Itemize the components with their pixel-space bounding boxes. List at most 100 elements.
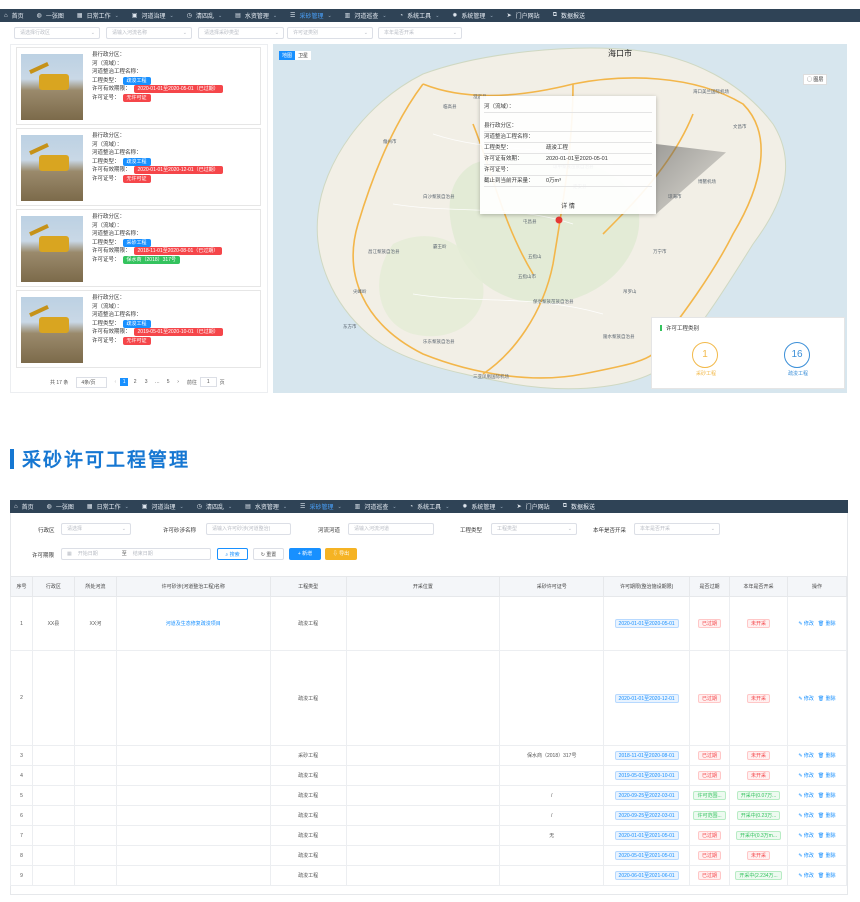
- project-card[interactable]: 县行政分区： 河（流域）： 河道整治工程名称： 工程类型： 疏浚工程 许可有效期限： 202…: [16, 128, 261, 206]
- page-number[interactable]: 2: [131, 378, 139, 386]
- row-project-name[interactable]: [115, 765, 271, 786]
- map-type-map-button[interactable]: 地图: [279, 51, 296, 60]
- name-input[interactable]: 请输入许可砂涉(河道整治): [206, 523, 291, 535]
- row-project-name[interactable]: 河道及生态修复疏浚项目: [115, 596, 271, 651]
- nav-item-3[interactable]: ▣ 河道治理 ⌄: [142, 502, 184, 512]
- next-page-button[interactable]: ›: [177, 379, 179, 385]
- nav-item-10[interactable]: ➤ 门户网站: [507, 11, 540, 20]
- card-type-label: 工程类型：: [92, 239, 120, 246]
- period-tag: 2020-01-01至2020-12-01（已过期）: [133, 166, 223, 175]
- top-filter-4[interactable]: 本年是否开采 ⌄: [378, 27, 462, 39]
- delete-button[interactable]: 🗑 删除: [818, 773, 836, 779]
- nav-item-0[interactable]: ⌂ 首页: [14, 502, 34, 512]
- period-range-picker[interactable]: ▦ 开始日期 至 结束日期: [61, 548, 211, 560]
- delete-button[interactable]: 🗑 删除: [818, 621, 836, 627]
- page-number[interactable]: 5: [164, 378, 172, 386]
- type-select[interactable]: 工程类型 ⌄: [491, 523, 577, 535]
- nav-item-1[interactable]: ◍ 一张图: [47, 502, 74, 511]
- nav-item-7[interactable]: ▥ 河道巡查 ⌄: [355, 502, 397, 512]
- row-project-name[interactable]: [115, 865, 271, 886]
- delete-button[interactable]: 🗑 删除: [818, 833, 836, 839]
- table-row[interactable]: 2 疏浚工程 2020-01-01至2020-12-01 已过期 未开采 ✎ 修改 🗑 删除: [10, 650, 848, 746]
- popup-detail-link[interactable]: 详 情: [480, 201, 656, 210]
- table-row[interactable]: 6 疏浚工程 / 2020-09-25至2022-03-01 许可范围... 开采中(0.…: [10, 805, 848, 826]
- nav-item-8[interactable]: ◔ 系统工具 ⌄: [400, 11, 440, 21]
- edit-button[interactable]: ✎ 修改: [798, 621, 814, 627]
- project-card[interactable]: 县行政分区： 河（流域）： 河道整治工程名称： 工程类型： 疏浚工程 许可有效期限： 201…: [16, 290, 261, 368]
- top-filter-2[interactable]: 请选择采砂类型 ⌄: [198, 27, 284, 39]
- top-filter-3[interactable]: 许可证类别 ⌄: [287, 27, 373, 39]
- search-button[interactable]: ⌕ 搜索: [217, 548, 248, 560]
- table-row[interactable]: 3 采砂工程 保水商（2018）317号 2018-11-01至2020-08-01 已…: [10, 745, 848, 766]
- delete-button[interactable]: 🗑 删除: [818, 696, 836, 702]
- selected-marker[interactable]: [555, 216, 563, 224]
- nav-item-6[interactable]: ☰ 采砂管理 ⌄: [290, 11, 332, 21]
- nav-item-0[interactable]: ⌂ 首页: [4, 11, 24, 21]
- row-project-name[interactable]: [115, 805, 271, 826]
- nav-item-9[interactable]: ✹ 系统管理 ⌄: [462, 502, 503, 512]
- delete-button[interactable]: 🗑 删除: [818, 793, 836, 799]
- nav-item-6[interactable]: ☰ 采砂管理 ⌄: [300, 502, 342, 512]
- table-row[interactable]: 8 疏浚工程 2020-05-01至2021-05-01 已过期 未开采 ✎ 修改 🗑 删除: [10, 845, 848, 866]
- edit-button[interactable]: ✎ 修改: [798, 813, 814, 819]
- edit-button[interactable]: ✎ 修改: [798, 793, 814, 799]
- nav-item-9[interactable]: ✹ 系统管理 ⌄: [452, 11, 493, 21]
- top-filter-1[interactable]: 请输入河流名称 ⌄: [106, 27, 192, 39]
- nav-item-5[interactable]: ▤ 水资管理 ⌄: [235, 11, 277, 21]
- table-row[interactable]: 1 XX县 XX河 河道及生态修复疏浚项目 疏浚工程 2020-01-01至2020-05…: [10, 596, 848, 651]
- nav-item-2[interactable]: ▦ 日常工作 ⌄: [87, 502, 129, 512]
- row-project-name[interactable]: [115, 845, 271, 866]
- top-filter-0[interactable]: 请选择行政区 ⌄: [14, 27, 100, 39]
- edit-button[interactable]: ✎ 修改: [798, 753, 814, 759]
- nav-item-5[interactable]: ▤ 水资管理 ⌄: [245, 502, 287, 512]
- row-cert: /: [499, 785, 605, 806]
- edit-button[interactable]: ✎ 修改: [798, 696, 814, 702]
- page-size-select[interactable]: 4条/页: [76, 376, 107, 388]
- nav-item-4[interactable]: ◷ 清四乱 ⌄: [187, 11, 222, 21]
- project-card[interactable]: 县行政分区： 河（流域）： 河道整治工程名称： 工程类型： 疏浚工程 许可有效期限： 202…: [16, 47, 261, 125]
- type-tag: 疏浚工程: [122, 76, 151, 85]
- delete-button[interactable]: 🗑 删除: [818, 853, 836, 859]
- nav-item-1[interactable]: ◍ 一张图: [37, 11, 64, 20]
- nav-item-3[interactable]: ▣ 河道治理 ⌄: [132, 11, 174, 21]
- nav-item-10[interactable]: ➤ 门户网站: [517, 502, 550, 511]
- delete-button[interactable]: 🗑 删除: [818, 753, 836, 759]
- edit-button[interactable]: ✎ 修改: [798, 773, 814, 779]
- nav-item-11[interactable]: ⧉ 数据报送: [563, 502, 595, 511]
- year-select[interactable]: 本年是否开采 ⌄: [634, 523, 720, 535]
- export-button[interactable]: ⇩ 导出: [325, 548, 357, 560]
- row-project-name[interactable]: [115, 650, 271, 746]
- nav-item-8[interactable]: ◔ 系统工具 ⌄: [410, 502, 450, 512]
- reset-button[interactable]: ↻ 重置: [253, 548, 284, 560]
- nav-item-11[interactable]: ⧉ 数据报送: [553, 11, 585, 20]
- prev-page-button[interactable]: ‹: [115, 379, 117, 385]
- table-row[interactable]: 7 疏浚工程 无 2020-01-01至2021-05-01 已过期 开采中(0.3万m.…: [10, 825, 848, 846]
- edit-button[interactable]: ✎ 修改: [798, 873, 814, 879]
- delete-button[interactable]: 🗑 删除: [818, 813, 836, 819]
- table-row[interactable]: 5 疏浚工程 / 2020-09-25至2022-03-01 许可范围... 开采中(0.…: [10, 785, 848, 806]
- delete-button[interactable]: 🗑 删除: [818, 873, 836, 879]
- page-number[interactable]: …: [153, 378, 161, 386]
- region-select[interactable]: 请选择 ⌄: [61, 523, 131, 535]
- map-view[interactable]: 地图 卫星 海口市 ◯ 图层 定安县屯昌县琼海市万宁市五指山白沙黎族自治县昌江黎…: [273, 44, 847, 393]
- page-number[interactable]: 3: [142, 378, 150, 386]
- project-card[interactable]: 县行政分区： 河（流域）： 河道整治工程名称： 工程类型： 采砂工程 许可有效期限： 201…: [16, 209, 261, 287]
- nav-item-2[interactable]: ▦ 日常工作 ⌄: [77, 11, 119, 21]
- layer-toggle[interactable]: ◯ 图层: [803, 74, 828, 85]
- edit-button[interactable]: ✎ 修改: [798, 833, 814, 839]
- river-input[interactable]: 请输入河流河道: [348, 523, 434, 535]
- row-project-name[interactable]: [115, 785, 271, 806]
- nav-item-4[interactable]: ◷ 清四乱 ⌄: [197, 502, 232, 512]
- edit-button[interactable]: ✎ 修改: [798, 853, 814, 859]
- pager-goto-input[interactable]: 1: [199, 377, 217, 387]
- table-row[interactable]: 4 疏浚工程 2019-05-01至2020-10-01 已过期 未开采 ✎ 修改 🗑 删除: [10, 765, 848, 786]
- table-row[interactable]: 9 疏浚工程 2020-06-01至2021-06-01 已过期 开采中(2.234万.…: [10, 865, 848, 886]
- row-project-name[interactable]: [115, 745, 271, 766]
- row-project-name[interactable]: [115, 825, 271, 846]
- page-number[interactable]: 1: [120, 378, 129, 386]
- external-icon: ⧉: [562, 503, 567, 509]
- nav-item-label: 河道巡查: [354, 14, 379, 20]
- nav-item-7[interactable]: ▥ 河道巡查 ⌄: [345, 11, 387, 21]
- map-type-satellite-button[interactable]: 卫星: [295, 51, 312, 60]
- add-button[interactable]: + 新增: [289, 548, 321, 560]
